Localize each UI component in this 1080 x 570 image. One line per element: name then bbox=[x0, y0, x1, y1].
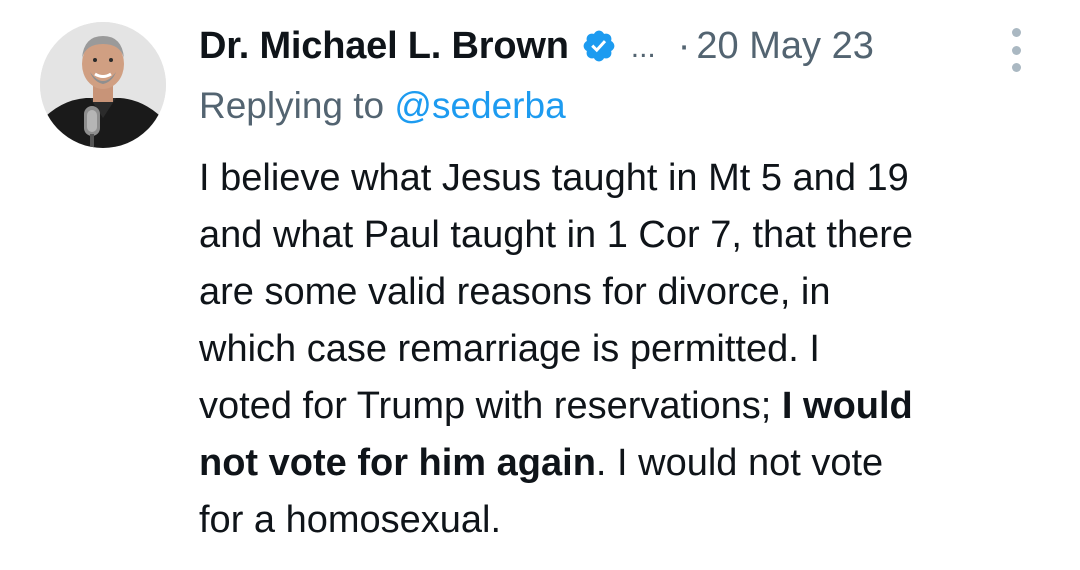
more-dot bbox=[1011, 63, 1021, 72]
more-dot bbox=[1011, 28, 1021, 37]
tweet-text-segment: I believe what Jesus taught in Mt 5 and … bbox=[199, 157, 909, 199]
reply-handle-link[interactable]: @sederba bbox=[394, 85, 565, 126]
tweet-line: and what Paul taught in 1 Cor 7, that th… bbox=[199, 207, 1059, 264]
avatar-image bbox=[40, 22, 166, 148]
tweet-bold-segment: not vote for him again bbox=[199, 442, 596, 484]
replying-to-label: Replying to bbox=[199, 85, 385, 126]
tweet-text: I believe what Jesus taught in Mt 5 and … bbox=[199, 150, 1059, 549]
tweet-text-segment: which case remarriage is permitted. I bbox=[199, 328, 820, 370]
tweet-header: Dr. Michael L. Brown ... · 20 May 23 bbox=[199, 22, 874, 70]
date-separator: · bbox=[677, 24, 691, 67]
tweet-text-segment: . I would not vote bbox=[595, 442, 884, 484]
tweet-line: not vote for him again. I would not vote bbox=[199, 435, 1059, 492]
tweet-text-segment: voted for Trump with reservations; bbox=[199, 385, 782, 427]
tweet-line: I believe what Jesus taught in Mt 5 and … bbox=[199, 150, 1059, 207]
tweet-bold-segment: I would bbox=[781, 385, 913, 427]
tweet-line: for a homosexual. bbox=[199, 492, 1059, 549]
tweet-text-segment: and what Paul taught in 1 Cor 7, that th… bbox=[199, 214, 914, 256]
tweet-text-segment: for a homosexual. bbox=[199, 499, 502, 541]
tweet-line: voted for Trump with reservations; I wou… bbox=[199, 378, 1059, 435]
tweet-text-segment: are some valid reasons for divorce, in bbox=[199, 271, 831, 313]
author-name[interactable]: Dr. Michael L. Brown bbox=[199, 25, 569, 68]
name-overflow: ... bbox=[630, 31, 656, 64]
date-text: 20 May 23 bbox=[696, 24, 874, 67]
verified-badge-icon bbox=[581, 28, 617, 64]
more-dot bbox=[1011, 45, 1021, 55]
avatar[interactable] bbox=[40, 22, 166, 148]
tweet-date[interactable]: · 20 May 23 bbox=[678, 25, 874, 68]
replying-to: Replying to @sederba bbox=[199, 85, 566, 127]
tweet-line: which case remarriage is permitted. I bbox=[199, 321, 1059, 378]
tweet-line: are some valid reasons for divorce, in bbox=[199, 264, 1059, 321]
more-options-icon[interactable] bbox=[1003, 28, 1029, 72]
